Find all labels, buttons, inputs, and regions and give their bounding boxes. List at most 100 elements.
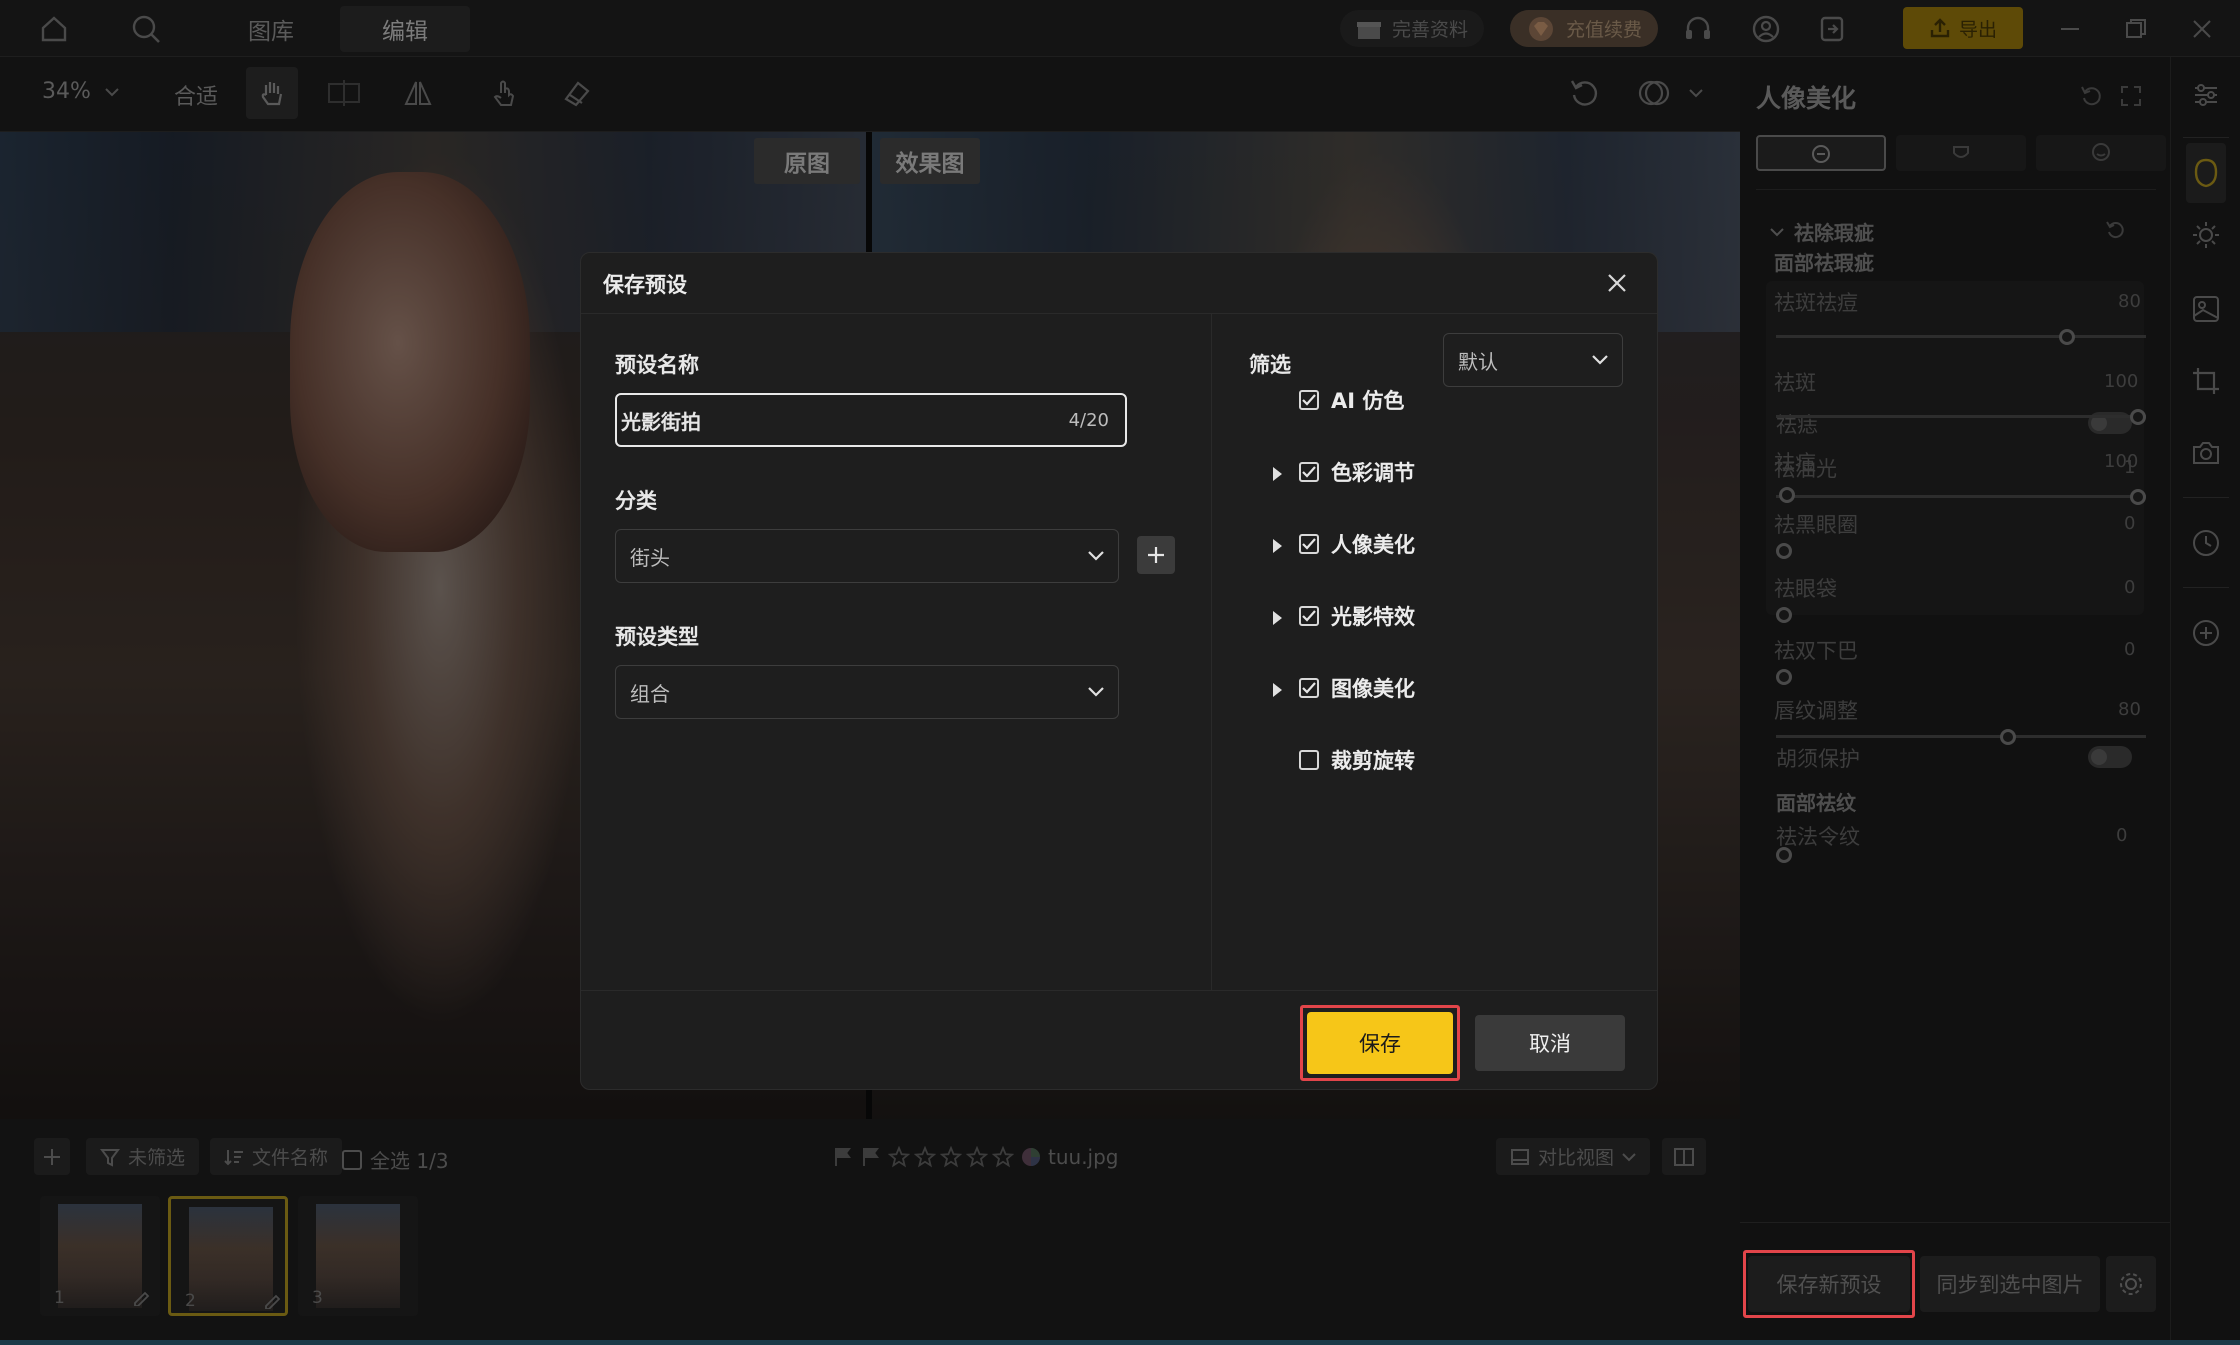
cancel-button[interactable]: 取消 xyxy=(1475,1015,1625,1071)
sun-icon[interactable] xyxy=(2188,217,2224,253)
preset-type-select[interactable]: 组合 xyxy=(615,665,1119,719)
panel-reset-icon[interactable] xyxy=(2076,81,2106,111)
star-icon[interactable] xyxy=(914,1146,936,1168)
slider-knob[interactable] xyxy=(1776,607,1792,623)
filter-option[interactable]: 光影特效 xyxy=(1299,601,1415,631)
sync-selected-button[interactable]: 同步到选中图片 xyxy=(1920,1256,2100,1312)
eraser-icon[interactable] xyxy=(554,71,598,115)
overlay-mode-icon[interactable] xyxy=(1632,71,1676,115)
star-icon[interactable] xyxy=(940,1146,962,1168)
close-icon[interactable] xyxy=(1599,265,1635,301)
crop-icon[interactable] xyxy=(2188,363,2224,399)
filter-option[interactable]: 色彩调节 xyxy=(1299,457,1415,487)
complete-profile-button[interactable]: 完善资料 xyxy=(1340,10,1485,47)
adjust-slider[interactable] xyxy=(1776,605,2150,625)
slider-knob[interactable] xyxy=(1776,847,1792,863)
recharge-button[interactable]: 充值续费 xyxy=(1510,10,1659,47)
headset-icon[interactable] xyxy=(1680,12,1716,46)
flip-icon[interactable] xyxy=(396,71,440,115)
user-icon[interactable] xyxy=(1748,12,1784,46)
filter-option[interactable]: AI 仿色 xyxy=(1299,385,1404,415)
nasolabial-slider[interactable] xyxy=(1776,843,2160,863)
save-button[interactable]: 保存 xyxy=(1307,1012,1453,1074)
reset-icon[interactable] xyxy=(1562,71,1606,115)
face-shape-tab[interactable] xyxy=(1896,135,2026,171)
slider-knob[interactable] xyxy=(1779,487,1795,503)
fit-button[interactable]: 合适 xyxy=(174,79,218,111)
filter-option[interactable]: 裁剪旋转 xyxy=(1299,745,1415,775)
beard-toggle[interactable] xyxy=(2088,746,2132,768)
preset-name-input[interactable]: 光影街拍 4/20 xyxy=(615,393,1127,447)
face-skin-tab[interactable] xyxy=(1756,135,1886,171)
search-icon[interactable] xyxy=(128,12,164,46)
zoom-select[interactable]: 34% xyxy=(42,79,119,104)
home-icon[interactable] xyxy=(36,12,72,46)
portrait-icon[interactable] xyxy=(2186,143,2226,203)
checkbox[interactable] xyxy=(1299,390,1319,410)
sort-button[interactable]: 文件名称 xyxy=(210,1138,343,1175)
tab-edit[interactable]: 编辑 xyxy=(340,6,470,52)
compare-view-button[interactable]: 对比视图 xyxy=(1496,1138,1651,1175)
select-all-checkbox[interactable] xyxy=(342,1149,362,1170)
slider-knob[interactable] xyxy=(2059,329,2075,345)
adjust-slider[interactable] xyxy=(1776,727,2150,747)
panel-expand-icon[interactable] xyxy=(2116,81,2146,111)
logout-icon[interactable] xyxy=(1814,12,1850,46)
flag-icon[interactable] xyxy=(832,1146,854,1168)
checkbox[interactable] xyxy=(1299,678,1319,698)
restore-icon[interactable] xyxy=(2118,12,2154,46)
settings-gear-icon[interactable] xyxy=(2106,1256,2156,1312)
category-select[interactable]: 街头 xyxy=(615,529,1119,583)
expand-arrow-icon[interactable] xyxy=(1273,467,1282,481)
filter-option[interactable]: 图像美化 xyxy=(1299,673,1415,703)
add-icon[interactable] xyxy=(2188,615,2224,651)
thumbnail[interactable]: 1 xyxy=(40,1196,160,1316)
sliders-icon[interactable] xyxy=(2188,77,2224,113)
filter-select[interactable]: 默认 xyxy=(1443,333,1623,387)
checkbox[interactable] xyxy=(1299,606,1319,626)
adjust-slider[interactable] xyxy=(1776,485,2150,505)
star-rating[interactable] xyxy=(888,1146,1014,1168)
features-tab[interactable] xyxy=(2036,135,2166,171)
minimize-icon[interactable] xyxy=(2052,12,2088,46)
hand-tool-icon[interactable] xyxy=(246,67,298,119)
expand-arrow-icon[interactable] xyxy=(1273,539,1282,553)
checkbox[interactable] xyxy=(1299,534,1319,554)
touch-icon[interactable] xyxy=(482,71,526,115)
history-icon[interactable] xyxy=(2188,525,2224,561)
compare-split-icon[interactable] xyxy=(322,71,366,115)
add-category-button[interactable] xyxy=(1137,536,1175,574)
adjust-slider[interactable] xyxy=(1776,327,2150,347)
adjust-slider[interactable] xyxy=(1776,667,2150,687)
checkbox[interactable] xyxy=(1299,462,1319,482)
section-blemish-header[interactable]: 祛除瑕疵 xyxy=(1770,217,1874,246)
slider-knob[interactable] xyxy=(2130,409,2146,425)
thumbnail[interactable]: 2 xyxy=(168,1196,288,1316)
thumbnail[interactable]: 3 xyxy=(298,1196,418,1316)
add-image-button[interactable] xyxy=(34,1138,70,1175)
filter-option[interactable]: 人像美化 xyxy=(1299,529,1415,559)
checkbox[interactable] xyxy=(1299,750,1319,770)
adjust-slider[interactable] xyxy=(1776,407,2150,427)
slider-knob[interactable] xyxy=(1776,669,1792,685)
section-reset-icon[interactable] xyxy=(2102,217,2128,243)
overlay-chevron-icon[interactable] xyxy=(1686,85,1706,101)
camera-icon[interactable] xyxy=(2188,435,2224,471)
adjust-slider[interactable] xyxy=(1776,541,2150,561)
select-all[interactable]: 全选 1/3 xyxy=(342,1145,449,1174)
side-by-side-button[interactable] xyxy=(1662,1138,1706,1175)
export-button[interactable]: 导出 xyxy=(1903,7,2023,49)
star-icon[interactable] xyxy=(888,1146,910,1168)
slider-knob[interactable] xyxy=(2000,729,2016,745)
slider-knob[interactable] xyxy=(1776,543,1792,559)
close-window-icon[interactable] xyxy=(2184,12,2220,46)
color-label-icon[interactable] xyxy=(1020,1146,1042,1168)
filter-button[interactable]: 未筛选 xyxy=(86,1138,200,1175)
star-icon[interactable] xyxy=(992,1146,1014,1168)
image-adjust-icon[interactable] xyxy=(2188,291,2224,327)
star-icon[interactable] xyxy=(966,1146,988,1168)
expand-arrow-icon[interactable] xyxy=(1273,611,1282,625)
expand-arrow-icon[interactable] xyxy=(1273,683,1282,697)
tab-gallery[interactable]: 图库 xyxy=(206,6,336,52)
flag-reject-icon[interactable] xyxy=(860,1146,882,1168)
